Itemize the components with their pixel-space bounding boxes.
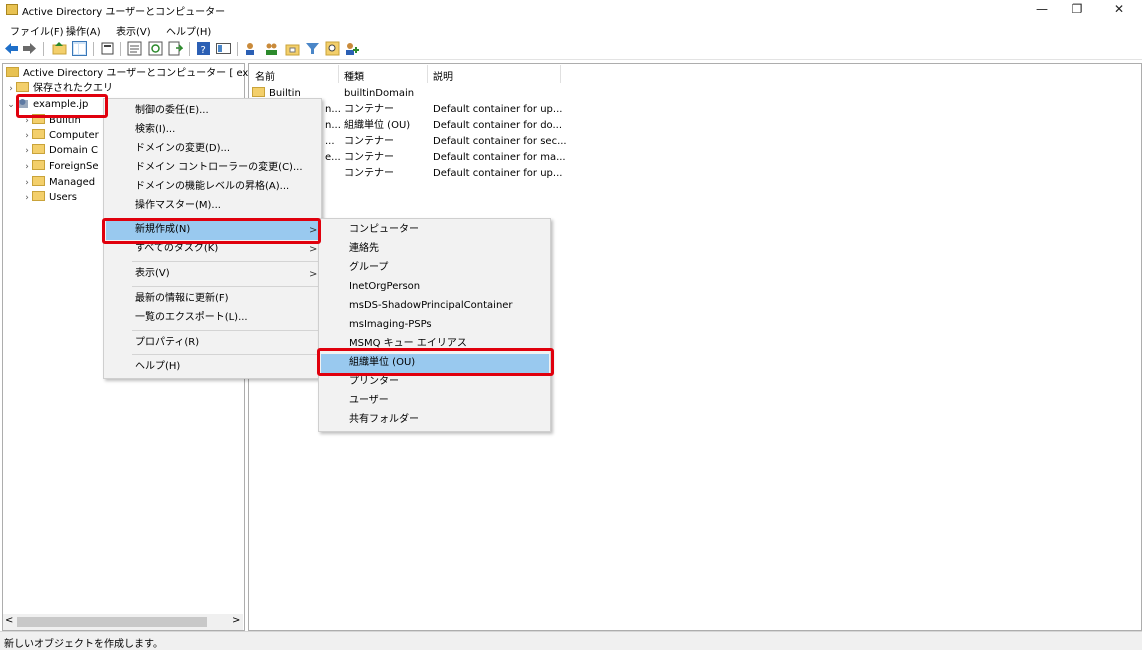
tree-horizontal-scrollbar[interactable]: < > bbox=[3, 614, 243, 630]
submenu-item-msimaging[interactable]: msImaging-PSPs bbox=[349, 316, 432, 334]
folder-icon bbox=[16, 82, 29, 92]
ad-root-icon bbox=[6, 67, 19, 77]
ou-icon[interactable] bbox=[285, 41, 300, 56]
tree-item-computers[interactable]: › Computer bbox=[22, 128, 99, 143]
minimize-button[interactable]: — bbox=[1022, 0, 1062, 20]
column-header-description[interactable]: 説明 bbox=[433, 68, 453, 83]
back-arrow-icon[interactable] bbox=[4, 42, 19, 55]
column-header-name[interactable]: 名前 bbox=[255, 68, 275, 83]
window-title: Active Directory ユーザーとコンピューター bbox=[22, 7, 226, 18]
chevron-right-icon[interactable]: › bbox=[22, 144, 32, 159]
table-cell-type: builtinDomain bbox=[344, 88, 415, 99]
menu-item-view[interactable]: 表示(V) bbox=[135, 265, 170, 283]
scroll-left-arrow[interactable]: < bbox=[5, 615, 13, 626]
folder-icon bbox=[32, 176, 45, 186]
close-button[interactable]: ✕ bbox=[1099, 0, 1139, 20]
callout-new bbox=[102, 218, 321, 244]
menu-view[interactable]: 表示(V) bbox=[116, 23, 151, 38]
export-list-icon[interactable] bbox=[168, 41, 183, 56]
menu-item-find[interactable]: 検索(I)... bbox=[135, 121, 175, 139]
submenu-item-shared-folder[interactable]: 共有フォルダー bbox=[349, 411, 419, 429]
svg-text:?: ? bbox=[201, 45, 206, 56]
status-bar: 新しいオブジェクトを作成します。 bbox=[0, 631, 1142, 650]
submenu-item-group[interactable]: グループ bbox=[349, 259, 388, 277]
properties-icon[interactable] bbox=[127, 41, 142, 56]
show-tree-icon[interactable] bbox=[72, 41, 87, 56]
table-cell-name[interactable]: n... bbox=[325, 118, 341, 134]
table-cell-description: Default container for up... bbox=[433, 168, 563, 179]
tree-item-foreign-security[interactable]: › ForeignSe bbox=[22, 159, 99, 174]
submenu-item-inetorgperson[interactable]: InetOrgPerson bbox=[349, 278, 420, 296]
toolbar: ? bbox=[0, 38, 1142, 60]
submenu-item-shadow-principal[interactable]: msDS-ShadowPrincipalContainer bbox=[349, 297, 513, 315]
up-folder-icon[interactable] bbox=[52, 41, 67, 56]
folder-icon bbox=[32, 160, 45, 170]
restore-button[interactable]: ❐ bbox=[1057, 0, 1097, 20]
menu-action[interactable]: 操作(A) bbox=[66, 23, 101, 38]
callout-ou bbox=[317, 348, 554, 376]
new-submenu: コンピューター 連絡先 グループ InetOrgPerson msDS-Shad… bbox=[318, 218, 551, 432]
table-cell-description: Default container for sec... bbox=[433, 136, 567, 147]
status-text: 新しいオブジェクトを作成します。 bbox=[4, 639, 163, 650]
table-cell-name[interactable]: ... bbox=[325, 134, 335, 150]
chevron-right-icon[interactable]: › bbox=[6, 82, 16, 97]
menu-item-operations-masters[interactable]: 操作マスター(M)... bbox=[135, 197, 221, 215]
tree-item-managed[interactable]: › Managed bbox=[22, 175, 95, 190]
folder-icon bbox=[32, 191, 45, 201]
groups-icon[interactable] bbox=[264, 41, 279, 56]
submenu-item-computer[interactable]: コンピューター bbox=[349, 221, 419, 239]
table-cell-type: コンテナー bbox=[344, 168, 394, 179]
table-cell-name[interactable]: n... bbox=[325, 102, 341, 118]
copy-icon[interactable] bbox=[100, 41, 115, 56]
folder-icon bbox=[32, 129, 45, 139]
app-icon bbox=[6, 4, 18, 15]
menu-item-export-list[interactable]: 一覧のエクスポート(L)... bbox=[135, 309, 248, 327]
tree-item-users[interactable]: › Users bbox=[22, 190, 77, 205]
table-cell-description: Default container for ma... bbox=[433, 152, 566, 163]
ou-folder-icon bbox=[32, 144, 45, 154]
menu-item-change-dc[interactable]: ドメイン コントローラーの変更(C)... bbox=[135, 159, 303, 177]
chevron-right-icon[interactable]: › bbox=[22, 191, 32, 206]
folder-icon bbox=[252, 87, 265, 97]
menu-item-raise-functional-level[interactable]: ドメインの機能レベルの昇格(A)... bbox=[135, 178, 289, 196]
tree-root[interactable]: Active Directory ユーザーとコンピューター [ example- bbox=[6, 66, 283, 81]
chevron-right-icon[interactable]: › bbox=[22, 129, 32, 144]
forward-arrow-icon[interactable] bbox=[22, 42, 37, 55]
users-icon[interactable] bbox=[244, 41, 259, 56]
title-bar: Active Directory ユーザーとコンピューター — ❐ ✕ bbox=[0, 0, 1142, 20]
menu-item-properties[interactable]: プロパティ(R) bbox=[135, 334, 199, 352]
menu-item-help[interactable]: ヘルプ(H) bbox=[135, 358, 180, 376]
table-cell-type: コンテナー bbox=[344, 104, 394, 115]
chevron-down-icon[interactable]: ⌄ bbox=[6, 98, 16, 113]
chevron-right-icon[interactable]: › bbox=[22, 160, 32, 175]
table-cell-description: Default container for do... bbox=[433, 120, 563, 131]
chevron-right-icon[interactable]: › bbox=[22, 176, 32, 191]
submenu-item-contact[interactable]: 連絡先 bbox=[349, 240, 379, 258]
menu-item-change-domain[interactable]: ドメインの変更(D)... bbox=[135, 140, 230, 158]
find-icon[interactable] bbox=[325, 41, 340, 56]
table-cell-type: コンテナー bbox=[344, 152, 394, 163]
view-icon[interactable] bbox=[216, 41, 231, 56]
table-cell-name[interactable]: e... bbox=[325, 150, 341, 166]
submenu-arrow-icon: > bbox=[309, 244, 318, 255]
table-cell-type: コンテナー bbox=[344, 136, 394, 147]
refresh-icon[interactable] bbox=[148, 41, 163, 56]
add-to-group-icon[interactable] bbox=[345, 41, 360, 56]
table-cell-type: 組織単位 (OU) bbox=[344, 120, 411, 131]
scroll-right-arrow[interactable]: > bbox=[232, 615, 240, 626]
help-icon[interactable]: ? bbox=[196, 41, 211, 56]
scroll-thumb[interactable] bbox=[17, 617, 207, 627]
submenu-arrow-icon: > bbox=[309, 269, 318, 280]
tree-item-domain-controllers[interactable]: › Domain C bbox=[22, 143, 98, 158]
menu-item-refresh[interactable]: 最新の情報に更新(F) bbox=[135, 290, 229, 308]
filter-icon[interactable] bbox=[305, 41, 320, 56]
callout-domain bbox=[16, 94, 108, 118]
menu-item-delegate-control[interactable]: 制御の委任(E)... bbox=[135, 102, 209, 120]
submenu-item-user[interactable]: ユーザー bbox=[349, 392, 389, 410]
column-header-type[interactable]: 種類 bbox=[344, 68, 364, 83]
table-cell-description: Default container for up... bbox=[433, 104, 563, 115]
menu-file[interactable]: ファイル(F) bbox=[10, 23, 64, 38]
menu-help[interactable]: ヘルプ(H) bbox=[166, 23, 211, 38]
